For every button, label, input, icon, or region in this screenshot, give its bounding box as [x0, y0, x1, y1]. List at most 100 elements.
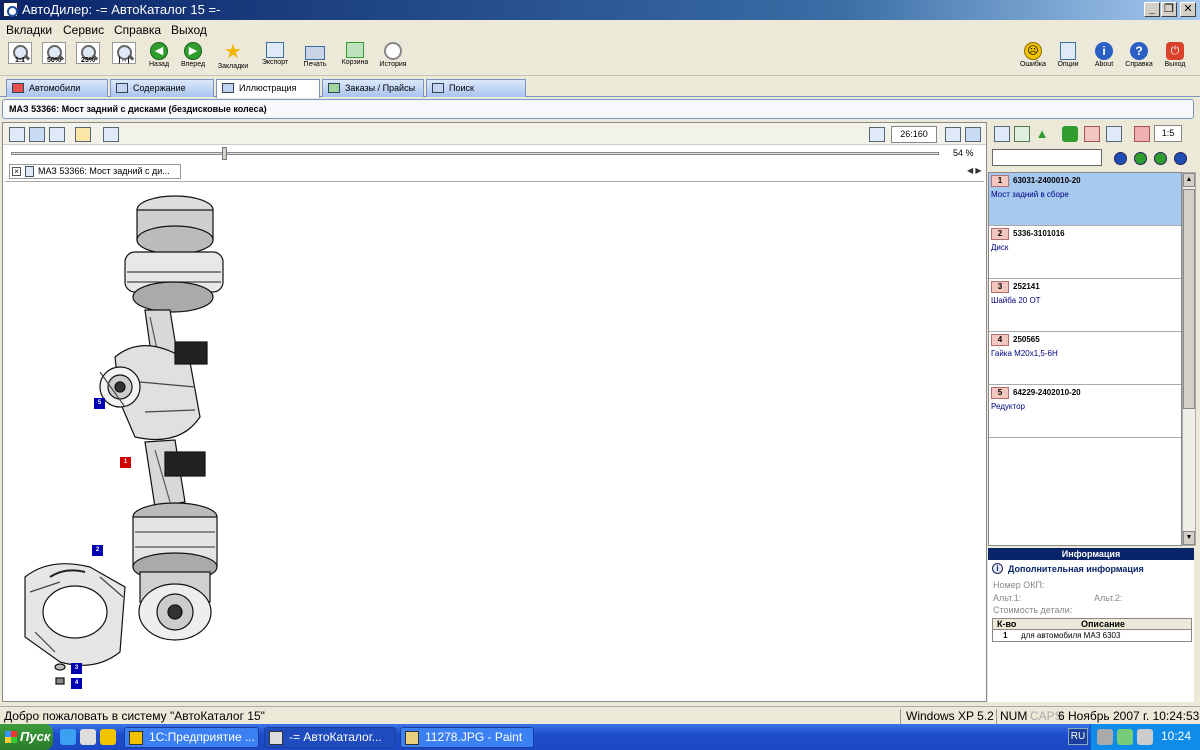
- basket-button[interactable]: Корзина: [338, 42, 372, 74]
- app-icon[interactable]: [3, 2, 18, 17]
- menu-tabs[interactable]: Вкладки: [6, 23, 52, 37]
- list-item[interactable]: 5 64229-2402010-20 Редуктор: [989, 385, 1181, 438]
- help-icon: ?: [1130, 42, 1148, 60]
- task-autocatalog[interactable]: -= АвтоКаталог...: [264, 727, 396, 748]
- zoom-25-button[interactable]: 25%: [74, 42, 102, 74]
- close-button[interactable]: ✕: [1180, 2, 1196, 17]
- parts-scrollbar[interactable]: ▲ ▼: [1182, 172, 1196, 546]
- forward-button[interactable]: ▶ Вперед: [178, 42, 208, 74]
- desktop-icon[interactable]: [80, 729, 96, 745]
- callout-2[interactable]: 2: [92, 545, 103, 556]
- grid-view-icon[interactable]: [29, 127, 45, 142]
- zoom-25-icon: 25%: [76, 42, 100, 64]
- up-arrow-icon[interactable]: [1062, 126, 1078, 142]
- zoom-1-1-button[interactable]: 1:1: [6, 42, 34, 74]
- document-tab[interactable]: × МАЗ 53366: Мост задний с ди...: [9, 164, 181, 179]
- zoom-fit-width-button[interactable]: |↔|: [110, 42, 138, 74]
- info-icon: i: [1095, 42, 1113, 60]
- about-button[interactable]: i About: [1090, 42, 1118, 74]
- alt2-label: Альт.2:: [1094, 593, 1123, 603]
- minimize-button[interactable]: _: [1144, 2, 1160, 17]
- list-item[interactable]: 1 63031-2400010-20 Мост задний в сборе: [989, 173, 1181, 226]
- restore-button[interactable]: ❐: [1161, 2, 1177, 17]
- zoom-slider-track[interactable]: [11, 152, 939, 155]
- list-item[interactable]: 2 5336-3101016 Диск: [989, 226, 1181, 279]
- basket-icon: [346, 42, 364, 58]
- list-item[interactable]: 4 250565 Гайка М20х1,5-6Н: [989, 332, 1181, 385]
- zoom-slider[interactable]: 54 %: [3, 146, 986, 162]
- tray-volume-icon[interactable]: [1137, 729, 1153, 745]
- scroll-down-icon[interactable]: ▼: [1183, 531, 1195, 545]
- help-button[interactable]: ? Справка: [1124, 42, 1154, 74]
- start-button[interactable]: Пуск: [0, 724, 53, 750]
- info-grid-header: К-во Описание: [992, 618, 1192, 630]
- tab-cars[interactable]: Автомобили: [6, 79, 108, 97]
- edit-icon[interactable]: [1106, 126, 1122, 142]
- refresh-icon[interactable]: [1014, 126, 1030, 142]
- copy-icon[interactable]: [994, 126, 1010, 142]
- menu-exit[interactable]: Выход: [171, 23, 207, 37]
- table-row[interactable]: 1 для автомобиля МАЗ 6303: [992, 630, 1192, 642]
- ie-icon[interactable]: [60, 729, 76, 745]
- tab-orders[interactable]: Заказы / Прайсы: [322, 79, 424, 97]
- save-icon[interactable]: [1134, 126, 1150, 142]
- back-button[interactable]: ◀ Назад: [145, 42, 173, 74]
- print-button[interactable]: Печать: [300, 42, 330, 74]
- info-icon: i: [992, 563, 1003, 574]
- nav-last-icon[interactable]: [1174, 152, 1187, 165]
- tab-contents[interactable]: Содержание: [110, 79, 214, 97]
- refresh-view-icon[interactable]: [9, 127, 25, 142]
- nav-first-icon[interactable]: [1114, 152, 1127, 165]
- scroll-thumb[interactable]: [1183, 189, 1195, 409]
- tray-app-icon[interactable]: [1117, 729, 1133, 745]
- callout-1[interactable]: 1: [120, 457, 131, 468]
- delete-icon[interactable]: [1084, 126, 1100, 142]
- nav-prev-icon[interactable]: [1134, 152, 1147, 165]
- list-layout-icon[interactable]: [945, 127, 961, 142]
- copy-view-icon[interactable]: [869, 127, 885, 142]
- menu-service[interactable]: Сервис: [63, 23, 104, 37]
- tab-search[interactable]: Поиск: [426, 79, 526, 97]
- paint-icon: [405, 731, 419, 745]
- exit-button[interactable]: ⏻ Выход: [1160, 42, 1190, 74]
- export-button[interactable]: Экспорт: [260, 42, 290, 74]
- list-item[interactable]: 3 252141 Шайба 20 ОТ: [989, 279, 1181, 332]
- tray-network-icon[interactable]: [1097, 729, 1113, 745]
- parts-toolbar: ▲ 1:5: [988, 122, 1200, 146]
- task-1c[interactable]: 1С:Предприятие ...: [124, 727, 259, 748]
- system-tray: 10:24: [1090, 724, 1200, 750]
- zoom-50-button[interactable]: 50%: [40, 42, 68, 74]
- menu-help[interactable]: Справка: [114, 23, 161, 37]
- options-button[interactable]: Опции: [1054, 42, 1082, 74]
- parts-list: 1 63031-2400010-20 Мост задний в сборе 2…: [988, 172, 1182, 546]
- scroll-up-icon[interactable]: ▲: [1183, 173, 1195, 187]
- export-icon: [266, 42, 284, 58]
- bookmarks-button[interactable]: ★ Закладки: [216, 42, 250, 74]
- tab-illustration[interactable]: Иллюстрация: [216, 79, 320, 98]
- history-icon: [384, 42, 402, 60]
- error-report-button[interactable]: ☹ Ошибка: [1018, 42, 1048, 74]
- history-button[interactable]: История: [376, 42, 410, 74]
- callout-3[interactable]: 3: [71, 663, 82, 674]
- language-indicator[interactable]: RU: [1068, 728, 1088, 745]
- close-icon[interactable]: ×: [12, 167, 21, 176]
- clock: 10:24: [1161, 729, 1192, 743]
- split-layout-icon[interactable]: [965, 127, 981, 142]
- layers-icon[interactable]: [49, 127, 65, 142]
- zoom-slider-thumb[interactable]: [222, 147, 228, 160]
- zoom-50-icon: 50%: [42, 42, 66, 64]
- contents-icon: [116, 83, 128, 93]
- info-header: Информация: [988, 548, 1194, 560]
- quicklaunch-icon[interactable]: [100, 729, 116, 745]
- camera-icon[interactable]: [103, 127, 119, 142]
- nav-next-icon[interactable]: [1154, 152, 1167, 165]
- callout-5[interactable]: 5: [94, 398, 105, 409]
- favorites-icon[interactable]: [75, 127, 91, 142]
- task-paint[interactable]: 11278.JPG - Paint: [400, 727, 534, 748]
- tab-scroll-arrows[interactable]: ◀ ▶: [967, 166, 982, 175]
- illustration-canvas[interactable]: 5 1 2 3 4: [5, 181, 984, 701]
- parts-search-input[interactable]: [992, 149, 1102, 166]
- callout-4[interactable]: 4: [71, 678, 82, 689]
- triangle-icon[interactable]: ▲: [1034, 126, 1050, 142]
- menu-bar: Вкладки Сервис Справка Выход: [0, 20, 1200, 40]
